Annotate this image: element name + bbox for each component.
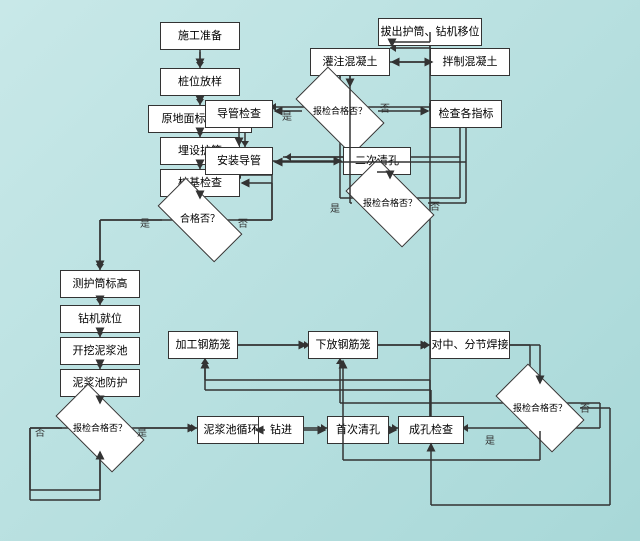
diamond-hege3: 报检合格否？ — [500, 385, 580, 431]
label-no5: 否 — [430, 198, 440, 213]
box-zuanjijiuwei: 钻机就位 — [60, 305, 140, 333]
label-no4: 否 — [380, 100, 390, 115]
box-daoguan: 导管检查 — [205, 100, 273, 128]
box-shouciqingjing: 首次清孔 — [327, 416, 389, 444]
label-yes2: 是 — [137, 424, 147, 439]
box-nijijachixunhuan: 泥浆池循环 — [197, 416, 265, 444]
label-yes4: 是 — [282, 108, 292, 123]
diamond-hege4: 报检合格否？ — [300, 88, 380, 134]
label-no3: 否 — [580, 400, 590, 415]
box-jiagongganglong: 加工钢筋笼 — [168, 331, 238, 359]
box-chengkongjianchai: 成孔检查 — [398, 416, 464, 444]
box-zhuiweifangyang: 桩位放样 — [160, 68, 240, 96]
flowchart: 施工准备 桩位放样 原地面标高测量 埋设护筒 桩基检查 合格否？ 是 否 测护筒… — [0, 0, 640, 541]
box-jianchazhibiao: 检查各指标 — [430, 100, 502, 128]
diamond-hege5: 报检合格否？ — [350, 180, 430, 226]
label-yes5: 是 — [330, 200, 340, 215]
box-zuanjin: 钻进 — [258, 416, 304, 444]
label-yes3: 是 — [485, 432, 495, 447]
label-no2: 否 — [35, 424, 45, 439]
box-nijijachifanghu: 泥浆池防护 — [60, 369, 140, 397]
box-duizhong: 对中、分节焊接 — [430, 331, 510, 359]
box-cehutong: 测护筒标高 — [60, 270, 140, 298]
label-no1: 否 — [238, 215, 248, 230]
box-zhizhuningtu: 拌制混凝土 — [430, 48, 510, 76]
box-anzhuangdaoguan: 安装导管 — [205, 147, 273, 175]
diamond-hege1: 合格否？ — [160, 200, 240, 240]
box-kaitunijachi: 开挖泥浆池 — [60, 337, 140, 365]
box-xiafangganglong: 下放钢筋笼 — [308, 331, 378, 359]
box-zhuanchuhutong: 拔出护筒、钻机移位 — [378, 18, 482, 46]
label-yes1: 是 — [140, 215, 150, 230]
diamond-hege2: 报检合格否？ — [60, 405, 140, 451]
box-shigongzhunbei: 施工准备 — [160, 22, 240, 50]
